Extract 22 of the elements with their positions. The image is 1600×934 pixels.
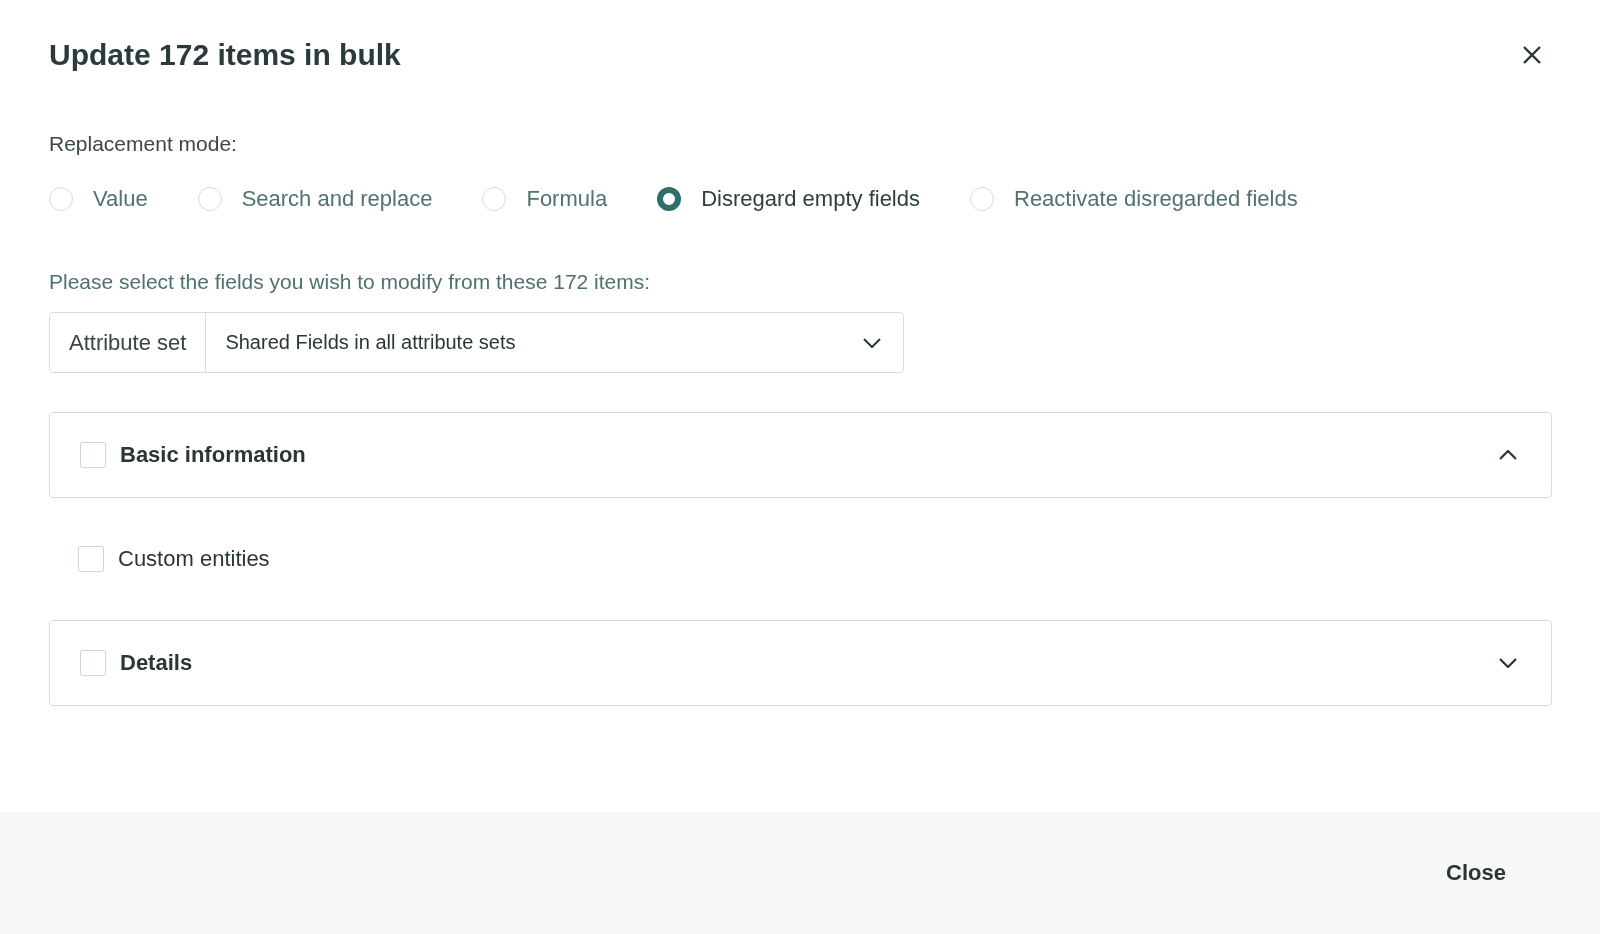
radio-option[interactable]: Value (49, 186, 148, 212)
attribute-set-dropdown[interactable]: Shared Fields in all attribute sets (206, 313, 903, 372)
dialog-title: Update 172 items in bulk (49, 38, 401, 72)
radio-option[interactable]: Disregard empty fields (657, 186, 920, 212)
section-title[interactable]: Details (120, 650, 1499, 676)
fields-prompt: Please select the fields you wish to modify from these 172 items: (49, 270, 652, 294)
chevron-up-icon[interactable] (1499, 450, 1517, 460)
radio-option[interactable]: Reactivate disregarded fields (970, 186, 1298, 212)
radio-icon[interactable] (657, 187, 682, 211)
attribute-set-label: Attribute set (50, 313, 207, 372)
replacement-mode-label: Replacement mode: (49, 132, 238, 156)
close-button[interactable]: Close (1432, 852, 1520, 894)
checkbox[interactable] (80, 650, 106, 676)
checkbox-label: Custom entities (118, 546, 270, 572)
checkbox[interactable] (80, 442, 106, 468)
chevron-down-icon[interactable] (1499, 658, 1517, 668)
radio-option[interactable]: Search and replace (197, 186, 433, 212)
chevron-down-icon (863, 337, 881, 348)
close-icon[interactable] (1522, 45, 1542, 65)
checkbox[interactable] (78, 546, 104, 572)
section-title[interactable]: Basic information (120, 442, 1499, 468)
radio-option[interactable]: Formula (482, 186, 608, 212)
